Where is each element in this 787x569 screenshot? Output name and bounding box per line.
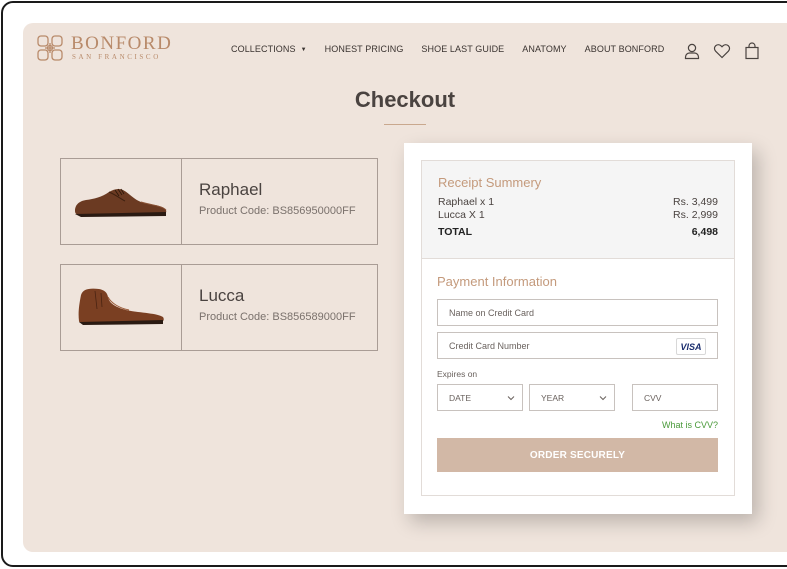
shopping-bag-icon[interactable] xyxy=(743,42,761,60)
receipt-summary: Receipt Summery Raphael x 1 Rs. 3,499 Lu… xyxy=(422,161,734,259)
receipt-line: Raphael x 1 Rs. 3,499 xyxy=(438,196,718,208)
chevron-down-icon xyxy=(507,396,515,401)
receipt-line-amount: Rs. 3,499 xyxy=(673,196,718,208)
payment-section: Payment Information Name on Credit Card … xyxy=(422,259,734,472)
nav-honest-pricing[interactable]: HONEST PRICING xyxy=(325,44,404,54)
brand-logo[interactable]: BONFORD SAN FRANCISCO xyxy=(36,34,172,62)
cvv-input[interactable]: CVV xyxy=(632,384,718,411)
window-frame: BONFORD SAN FRANCISCO COLLECTIONS ▼ HONES… xyxy=(1,1,787,567)
checkout-panel-inner: Receipt Summery Raphael x 1 Rs. 3,499 Lu… xyxy=(421,160,735,496)
nav-about-bonford[interactable]: ABOUT BONFORD xyxy=(585,44,665,54)
total-label: TOTAL xyxy=(438,226,473,238)
heart-icon[interactable] xyxy=(713,42,731,60)
total-value: 6,498 xyxy=(691,226,718,238)
brand-text: BONFORD SAN FRANCISCO xyxy=(71,34,172,62)
product-image xyxy=(61,265,182,350)
expiry-row: DATE YEAR CVV xyxy=(437,384,718,411)
receipt-total: TOTAL 6,498 xyxy=(438,226,718,238)
receipt-line: Lucca X 1 Rs. 2,999 xyxy=(438,209,718,221)
checkout-panel: Receipt Summery Raphael x 1 Rs. 3,499 Lu… xyxy=(404,143,752,514)
cart-item: Raphael Product Code: BS856950000FF xyxy=(60,158,378,245)
expiry-date-select[interactable]: DATE xyxy=(437,384,523,411)
product-info: Raphael Product Code: BS856950000FF xyxy=(182,159,356,244)
card-number-placeholder: Credit Card Number xyxy=(449,340,530,351)
brand-name: BONFORD xyxy=(71,33,173,54)
receipt-title: Receipt Summery xyxy=(438,175,542,190)
caret-down-icon: ▼ xyxy=(300,47,307,53)
name-on-card-input[interactable]: Name on Credit Card xyxy=(437,299,718,326)
receipt-line-label: Raphael x 1 xyxy=(438,196,495,208)
name-on-card-placeholder: Name on Credit Card xyxy=(449,307,535,318)
nav-collections-label: COLLECTIONS xyxy=(231,44,296,54)
product-info: Lucca Product Code: BS856589000FF xyxy=(182,265,356,350)
cart-item: Lucca Product Code: BS856589000FF xyxy=(60,264,378,351)
nav-collections[interactable]: COLLECTIONS ▼ xyxy=(231,44,307,54)
what-is-cvv-link[interactable]: What is CVV? xyxy=(437,420,718,430)
receipt-line-amount: Rs. 2,999 xyxy=(673,209,718,221)
card-number-input[interactable]: Credit Card Number VISA xyxy=(437,332,718,359)
visa-card-icon: VISA xyxy=(676,338,706,355)
brand-subtitle: SAN FRANCISCO xyxy=(72,53,161,61)
page-title: Checkout xyxy=(354,87,456,112)
product-image xyxy=(61,159,182,244)
user-icon[interactable] xyxy=(683,42,701,60)
payment-title: Payment Information xyxy=(437,274,557,289)
product-code: Product Code: BS856950000FF xyxy=(199,205,356,217)
receipt-line-label: Lucca X 1 xyxy=(438,209,485,221)
nav-shoe-last-guide[interactable]: SHOE LAST GUIDE xyxy=(421,44,504,54)
expiry-year-select[interactable]: YEAR xyxy=(529,384,615,411)
date-select-value: DATE xyxy=(449,392,472,403)
checkout-page: BONFORD SAN FRANCISCO COLLECTIONS ▼ HONES… xyxy=(23,23,787,552)
cvv-placeholder: CVV xyxy=(644,392,662,403)
order-securely-button[interactable]: ORDER SECURELY xyxy=(437,438,718,472)
nav-anatomy[interactable]: ANATOMY xyxy=(522,44,566,54)
main-nav: COLLECTIONS ▼ HONEST PRICING SHOE LAST GU… xyxy=(231,44,682,54)
product-code: Product Code: BS856589000FF xyxy=(199,311,356,323)
chevron-down-icon xyxy=(599,396,607,401)
product-name: Lucca xyxy=(199,286,245,305)
header-icons xyxy=(683,42,773,60)
product-name: Raphael xyxy=(199,180,263,199)
expires-label: Expires on xyxy=(437,369,478,379)
year-select-value: YEAR xyxy=(541,392,565,403)
oxford-shoe-image xyxy=(75,188,167,217)
logo-mark-icon xyxy=(37,35,63,61)
title-divider xyxy=(384,124,426,125)
chukka-boot-image xyxy=(78,288,164,325)
